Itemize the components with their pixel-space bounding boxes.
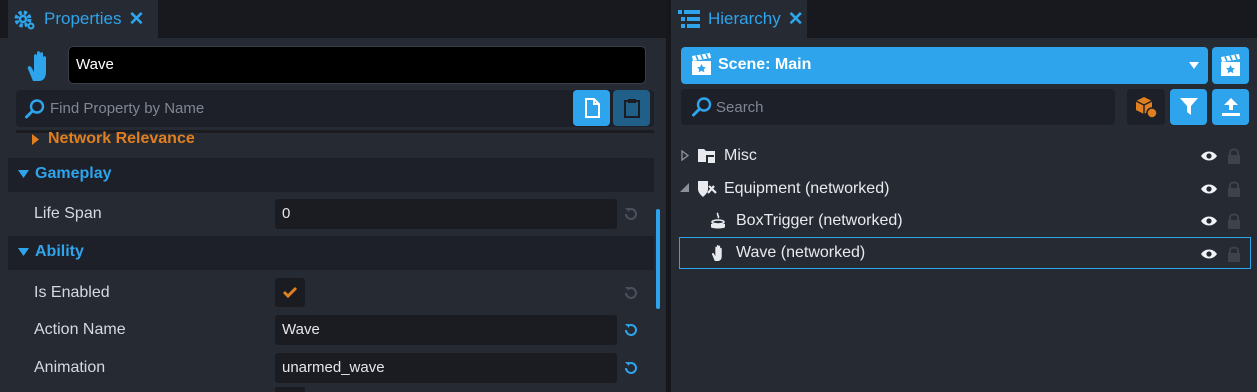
upload-button[interactable] (1212, 89, 1249, 125)
reset-icon[interactable] (623, 322, 639, 338)
clapperboard-icon (690, 53, 714, 77)
is-enabled-checkbox[interactable] (275, 278, 305, 307)
life-span-field[interactable]: 0 (275, 199, 617, 229)
folder-icon (697, 147, 717, 164)
find-property-input[interactable]: Find Property by Name (50, 90, 204, 127)
close-icon[interactable]: ✕ (128, 8, 144, 31)
scene-label: Scene: Main (718, 56, 812, 73)
copy-icon (582, 97, 602, 119)
lock-icon[interactable] (1227, 246, 1241, 262)
is-enabled-label: Is Enabled (34, 284, 110, 301)
tab-properties-label: Properties (44, 9, 122, 28)
collapse-arrow-icon[interactable] (680, 183, 690, 192)
animation-label: Animation (34, 359, 106, 376)
checkmark-icon (282, 286, 298, 299)
lock-icon[interactable] (1227, 181, 1241, 197)
filter-icon (1179, 97, 1199, 117)
tab-properties[interactable]: Properties ✕ (8, 0, 158, 38)
search-icon (691, 96, 713, 118)
object-name-input[interactable]: Wave (68, 46, 646, 84)
tree-item-wave-selected[interactable]: Wave (networked) (679, 237, 1251, 269)
section-ability[interactable]: Ability (8, 236, 654, 270)
section-label: Gameplay (35, 165, 112, 182)
section-gameplay[interactable]: Gameplay (8, 158, 654, 192)
tree-item-misc[interactable]: Misc (679, 140, 1251, 171)
copy-button[interactable] (573, 90, 610, 126)
partial-field (275, 387, 305, 392)
gear-icon (12, 7, 36, 31)
paste-button[interactable] (613, 90, 650, 126)
properties-panel: Properties ✕ Wave Find Property by Name (0, 0, 666, 392)
eye-icon[interactable] (1200, 215, 1218, 227)
expand-arrow-icon[interactable] (681, 150, 689, 161)
search-placeholder: Search (716, 99, 764, 116)
caret-down-icon (1189, 62, 1199, 69)
tree-item-label: Wave (networked) (736, 244, 866, 261)
reset-icon[interactable] (623, 285, 639, 301)
eye-icon[interactable] (1200, 150, 1218, 162)
section-label: Ability (35, 243, 84, 260)
hand-icon (710, 244, 726, 263)
scene-settings-button[interactable] (1212, 47, 1249, 84)
upload-icon (1221, 97, 1241, 117)
tree-item-boxtrigger[interactable]: BoxTrigger (networked) (679, 205, 1251, 236)
eye-icon[interactable] (1200, 183, 1218, 195)
action-name-label: Action Name (34, 321, 126, 338)
eye-icon[interactable] (1200, 248, 1218, 260)
chevron-right-icon (31, 134, 40, 145)
clipboard-icon (622, 97, 642, 119)
section-network-relevance[interactable]: Network Relevance (8, 127, 654, 155)
search-icon (24, 98, 46, 120)
close-icon[interactable]: ✕ (788, 8, 804, 31)
equipment-icon (697, 180, 717, 198)
lock-icon[interactable] (1227, 213, 1241, 229)
clapperboard-icon (1219, 53, 1243, 78)
tab-hierarchy-label: Hierarchy (708, 9, 781, 28)
tab-hierarchy[interactable]: Hierarchy ✕ (671, 0, 807, 38)
lock-icon[interactable] (1227, 148, 1241, 164)
animation-field[interactable]: unarmed_wave (275, 353, 617, 383)
add-object-button[interactable] (1127, 89, 1165, 125)
tree-item-equipment[interactable]: Equipment (networked) (679, 173, 1251, 204)
chevron-down-icon (18, 170, 29, 178)
tree-item-label: Equipment (networked) (724, 180, 890, 197)
chevron-down-icon (18, 248, 29, 256)
hand-icon (24, 50, 54, 84)
life-span-label: Life Span (34, 205, 102, 222)
tree-item-label: BoxTrigger (networked) (736, 212, 903, 229)
box-add-icon (1134, 95, 1158, 119)
action-name-field[interactable]: Wave (275, 315, 617, 345)
hierarchy-search[interactable]: Search (681, 89, 1115, 125)
reset-icon[interactable] (623, 360, 639, 376)
scrollbar-thumb[interactable] (656, 209, 660, 309)
scene-dropdown[interactable]: Scene: Main (681, 47, 1208, 84)
reset-icon[interactable] (623, 206, 639, 222)
list-icon (678, 9, 700, 29)
section-label: Network Relevance (48, 130, 195, 147)
tree-item-label: Misc (724, 147, 757, 164)
trigger-icon (709, 212, 727, 230)
filter-button[interactable] (1170, 89, 1207, 125)
